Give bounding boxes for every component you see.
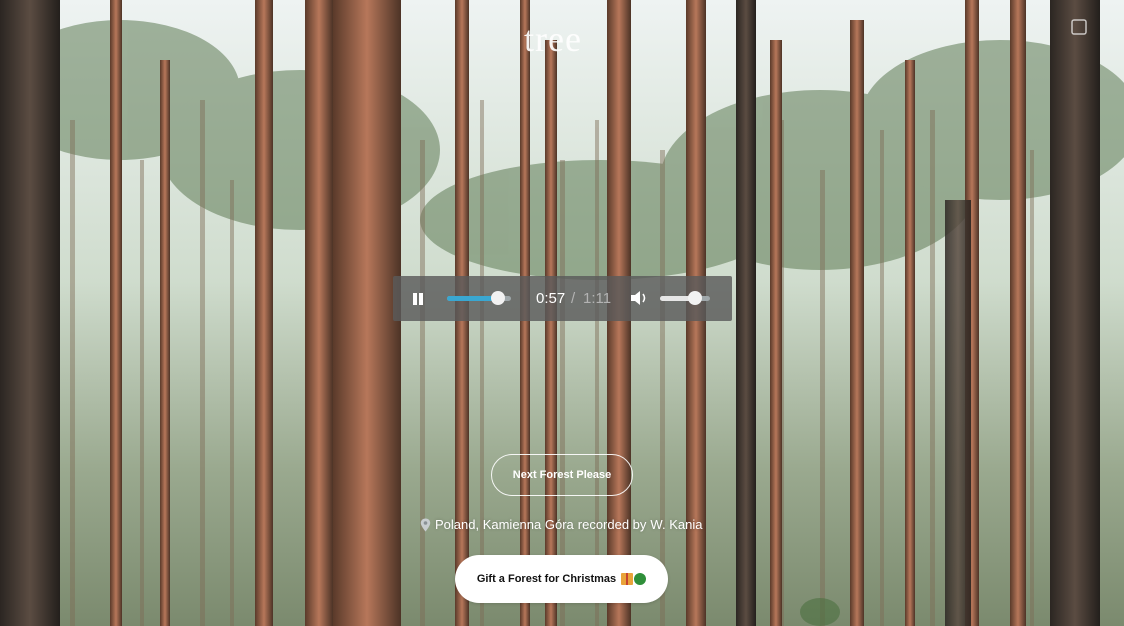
volume-icon[interactable] [629, 289, 649, 307]
tree-emoji-icon [634, 573, 647, 585]
volume-thumb[interactable] [688, 291, 702, 305]
recording-location: Poland, Kamienna Góra recorded by W. Kan… [420, 517, 702, 532]
location-place: Poland, Kamienna Góra [435, 517, 574, 532]
next-forest-button[interactable]: Next Forest Please [491, 454, 633, 496]
gift-forest-button[interactable]: Gift a Forest for Christmas [455, 555, 668, 603]
site-logo[interactable]: tree [524, 18, 582, 60]
recorded-by-label: recorded by [577, 517, 647, 532]
current-time: 0:57 [536, 290, 566, 307]
seek-thumb[interactable] [491, 291, 506, 305]
pause-icon[interactable] [409, 290, 427, 308]
gift-button-label: Gift a Forest for Christmas [476, 573, 617, 585]
volume-slider[interactable] [660, 291, 710, 305]
seek-slider[interactable] [447, 291, 511, 305]
time-separator: / [571, 290, 576, 307]
recording-author[interactable]: W. Kania [650, 517, 702, 532]
location-pin-icon [420, 518, 431, 531]
audio-player: 0:57 / 1:11 [393, 276, 732, 321]
total-time: 1:11 [583, 290, 612, 307]
corner-menu-icon[interactable] [1070, 18, 1088, 36]
gift-icon [621, 573, 634, 585]
